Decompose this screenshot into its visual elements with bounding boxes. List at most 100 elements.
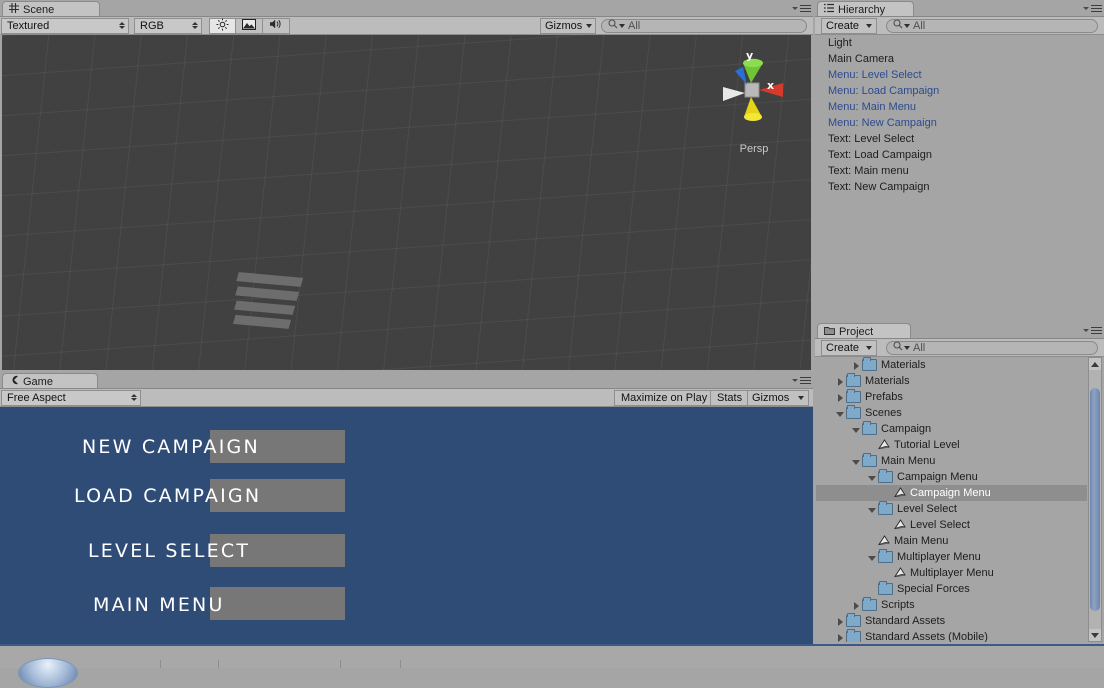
project-tree-item-label: Prefabs: [865, 391, 903, 403]
tab-game[interactable]: Game: [2, 373, 98, 389]
project-tree-item[interactable]: Campaign Menu: [816, 469, 1087, 485]
audio-toggle[interactable]: [262, 17, 290, 34]
project-tree-item[interactable]: Multiplayer Menu: [816, 565, 1087, 581]
project-tree-item[interactable]: Prefabs: [816, 389, 1087, 405]
hamburger-icon: [1091, 327, 1102, 334]
expand-arrow-icon[interactable]: [852, 361, 861, 370]
start-orb-icon[interactable]: [18, 658, 78, 688]
project-tree-item[interactable]: Special Forces: [816, 581, 1087, 597]
hierarchy-item[interactable]: Light: [816, 35, 1103, 51]
expand-arrow-icon[interactable]: [836, 377, 845, 386]
hierarchy-item[interactable]: Menu: New Campaign: [816, 115, 1103, 131]
project-tree-item[interactable]: Scripts: [816, 597, 1087, 613]
scene-viewport[interactable]: x y Persp: [2, 35, 811, 370]
scene-menu-object[interactable]: [223, 272, 304, 334]
hierarchy-item[interactable]: Menu: Main Menu: [816, 99, 1103, 115]
project-create-button[interactable]: Create: [821, 339, 877, 356]
projection-mode-label[interactable]: Persp: [713, 143, 795, 155]
lighting-toggle[interactable]: [209, 17, 236, 34]
game-menu-button-label[interactable]: LOAD CAMPAIGN: [74, 485, 261, 507]
scrollbar-thumb[interactable]: [1090, 388, 1100, 611]
gizmos-label: Gizmos: [545, 19, 583, 32]
project-tree-item-selected[interactable]: Campaign Menu: [816, 485, 1087, 501]
folder-icon: [862, 421, 877, 435]
collapse-arrow-icon[interactable]: [868, 505, 877, 514]
expand-arrow-icon[interactable]: [852, 601, 861, 610]
game-gizmos-dropdown[interactable]: Gizmos: [747, 389, 809, 406]
hierarchy-list[interactable]: Light Main Camera Menu: Level Select Menu: …: [816, 35, 1103, 319]
project-tree-item[interactable]: Level Select: [816, 517, 1087, 533]
collapse-arrow-icon[interactable]: [868, 473, 877, 482]
collapse-arrow-icon[interactable]: [836, 409, 845, 418]
expand-arrow-icon[interactable]: [836, 617, 845, 626]
collapse-arrow-icon[interactable]: [852, 425, 861, 434]
project-tree-item[interactable]: Tutorial Level: [816, 437, 1087, 453]
game-menu-button-label[interactable]: MAIN MENU: [93, 594, 225, 616]
scene-search-input[interactable]: All: [601, 18, 807, 33]
chevron-down-icon: [904, 345, 910, 350]
hierarchy-item[interactable]: Menu: Load Campaign: [816, 83, 1103, 99]
project-tree-item[interactable]: Materials: [816, 373, 1087, 389]
project-tree-item[interactable]: Main Menu: [816, 533, 1087, 549]
folder-icon: [878, 501, 893, 515]
chevron-down-icon: [792, 7, 798, 10]
project-tree-item[interactable]: Multiplayer Menu: [816, 549, 1087, 565]
folder-icon: [846, 373, 861, 387]
project-tree-item[interactable]: Main Menu: [816, 453, 1087, 469]
unity-scene-icon: [894, 487, 906, 499]
game-menu-button-label[interactable]: LEVEL SELECT: [88, 540, 250, 562]
folder-icon: [862, 357, 877, 371]
project-panel-menu-button[interactable]: [1083, 325, 1102, 336]
scene-view-axis-gizmo[interactable]: x y Persp: [713, 45, 795, 155]
maximize-on-play-button[interactable]: Maximize on Play: [614, 389, 715, 406]
project-tree-item[interactable]: Campaign: [816, 421, 1087, 437]
scroll-up-arrow-icon[interactable]: [1089, 358, 1101, 370]
hierarchy-item[interactable]: Text: Load Campaign: [816, 147, 1103, 163]
search-icon: [608, 19, 618, 32]
hierarchy-create-button[interactable]: Create: [821, 17, 877, 34]
hierarchy-item-label: Main Camera: [828, 53, 895, 65]
hierarchy-item[interactable]: Main Camera: [816, 51, 1103, 67]
collapse-arrow-icon[interactable]: [868, 553, 877, 562]
game-menu-button-label[interactable]: NEW CAMPAIGN: [82, 436, 260, 458]
tab-project[interactable]: Project: [817, 323, 911, 339]
collapse-arrow-icon[interactable]: [852, 457, 861, 466]
expand-arrow-icon[interactable]: [836, 633, 845, 642]
hierarchy-item[interactable]: Text: Main menu: [816, 163, 1103, 179]
project-tree-item[interactable]: Level Select: [816, 501, 1087, 517]
project-search-input[interactable]: All: [886, 340, 1098, 355]
project-tabstrip: Project: [815, 322, 1104, 339]
image-effects-toggle[interactable]: [235, 17, 263, 34]
stats-button[interactable]: Stats: [710, 389, 750, 406]
project-toolbar: Create All: [815, 339, 1104, 357]
grid-icon: [9, 3, 19, 16]
project-tree-item[interactable]: Materials: [816, 357, 1087, 373]
project-vertical-scrollbar[interactable]: [1088, 357, 1102, 642]
hierarchy-item-label: Text: Main menu: [828, 165, 909, 177]
tab-scene[interactable]: Scene: [2, 1, 100, 17]
tab-hierarchy[interactable]: Hierarchy: [817, 1, 914, 17]
scroll-down-arrow-icon[interactable]: [1089, 629, 1101, 641]
project-tree-item[interactable]: Standard Assets (Mobile): [816, 629, 1087, 642]
game-viewport[interactable]: NEW CAMPAIGN LOAD CAMPAIGN LEVEL SELECT MAI…: [0, 407, 813, 644]
scene-panel-menu-button[interactable]: [792, 3, 811, 14]
project-tree-item-label: Level Select: [910, 519, 970, 531]
project-tree-item[interactable]: Scenes: [816, 405, 1087, 421]
project-tree-item[interactable]: Standard Assets: [816, 613, 1087, 629]
expand-arrow-icon[interactable]: [836, 393, 845, 402]
project-tree[interactable]: Materials Materials Prefabs Scenes Campaign T…: [816, 357, 1087, 642]
hierarchy-item[interactable]: Text: New Campaign: [816, 179, 1103, 195]
hierarchy-item[interactable]: Menu: Level Select: [816, 67, 1103, 83]
hierarchy-panel-menu-button[interactable]: [1083, 3, 1102, 14]
hierarchy-item[interactable]: Text: Level Select: [816, 131, 1103, 147]
game-menu-button-box[interactable]: [210, 587, 345, 620]
hierarchy-search-input[interactable]: All: [886, 18, 1098, 33]
aspect-ratio-dropdown[interactable]: Free Aspect: [1, 389, 141, 406]
draw-mode-dropdown[interactable]: Textured: [1, 17, 129, 34]
gizmos-dropdown[interactable]: Gizmos: [540, 17, 596, 34]
game-panel-menu-button[interactable]: [792, 375, 811, 386]
folder-icon: [846, 613, 861, 627]
aspect-ratio-label: Free Aspect: [7, 391, 66, 404]
color-mode-dropdown[interactable]: RGB: [134, 17, 202, 34]
